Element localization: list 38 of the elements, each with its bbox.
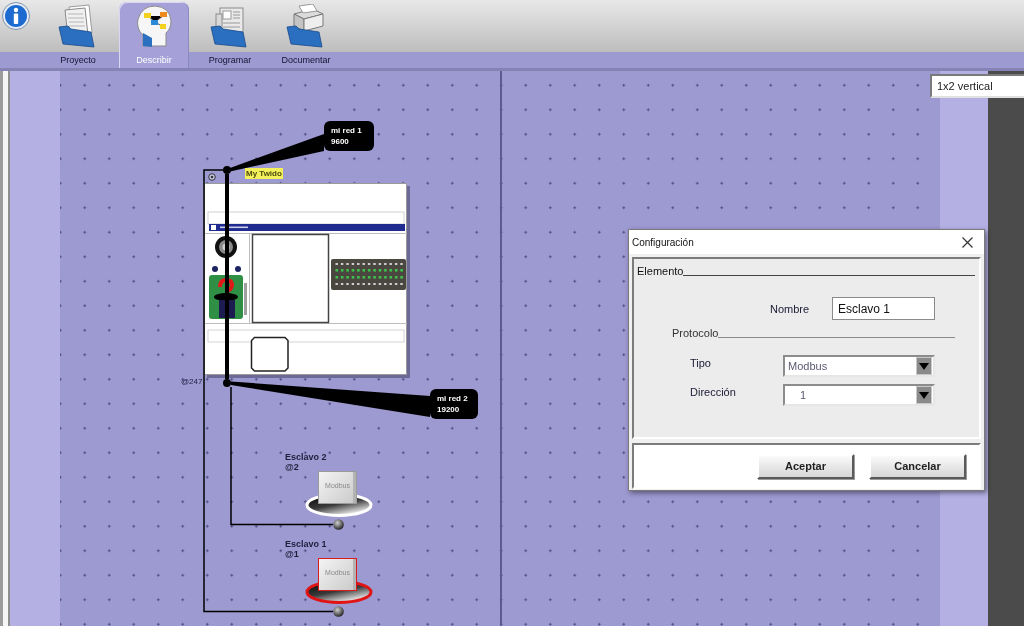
tab[interactable]: Documentar [271, 2, 341, 68]
port-icon [208, 173, 216, 181]
folder-printer-icon [285, 4, 327, 48]
layout-dropdown[interactable]: 1x2 vertical [930, 74, 1024, 98]
network-speed: 9600 [331, 136, 350, 147]
close-icon [962, 236, 973, 248]
address-label: @247 [181, 377, 203, 387]
tab[interactable]: Programar [195, 2, 265, 68]
section-title: Protocolo [672, 326, 719, 340]
dialog-button[interactable]: Aceptar [757, 453, 854, 479]
section-title: Elemento [637, 264, 684, 278]
dropdown-arrow-icon [916, 386, 932, 404]
dialog-title: Configuración [632, 236, 694, 248]
junction-dot-icon [223, 379, 231, 387]
network-speed: 19200 [437, 404, 461, 415]
field-label: Nombre [770, 302, 811, 315]
network-name: mi red 2 [437, 393, 469, 404]
slave-address: @2 [285, 462, 299, 472]
slave-name: Esclavo 2 [285, 452, 327, 462]
field-label: Tipo [690, 357, 712, 369]
plc-drawing[interactable] [204, 183, 410, 378]
slave-name: Esclavo 1 [285, 539, 327, 549]
tab[interactable]: Proyecto [43, 2, 113, 68]
port-dot-icon[interactable] [333, 519, 344, 530]
dialog-button[interactable]: Cancelar [869, 453, 966, 479]
network-callout[interactable]: mi red 2 19200 [430, 389, 478, 419]
field-label: Dirección [690, 386, 737, 398]
junction-dot-icon [223, 166, 231, 174]
dropdown[interactable]: 1 [783, 384, 935, 406]
network-name: mi red 1 [331, 125, 363, 136]
port-dot-icon[interactable] [333, 606, 344, 617]
info-icon[interactable] [2, 2, 30, 30]
network-callout[interactable]: mi red 1 9600 [324, 121, 374, 151]
dropdown[interactable]: Modbus [783, 355, 935, 377]
dropdown-arrow-icon [916, 357, 932, 375]
text-field[interactable]: Esclavo 1 [832, 297, 935, 320]
slave-address: @1 [285, 549, 299, 559]
controller-label: My Twido [245, 168, 283, 179]
